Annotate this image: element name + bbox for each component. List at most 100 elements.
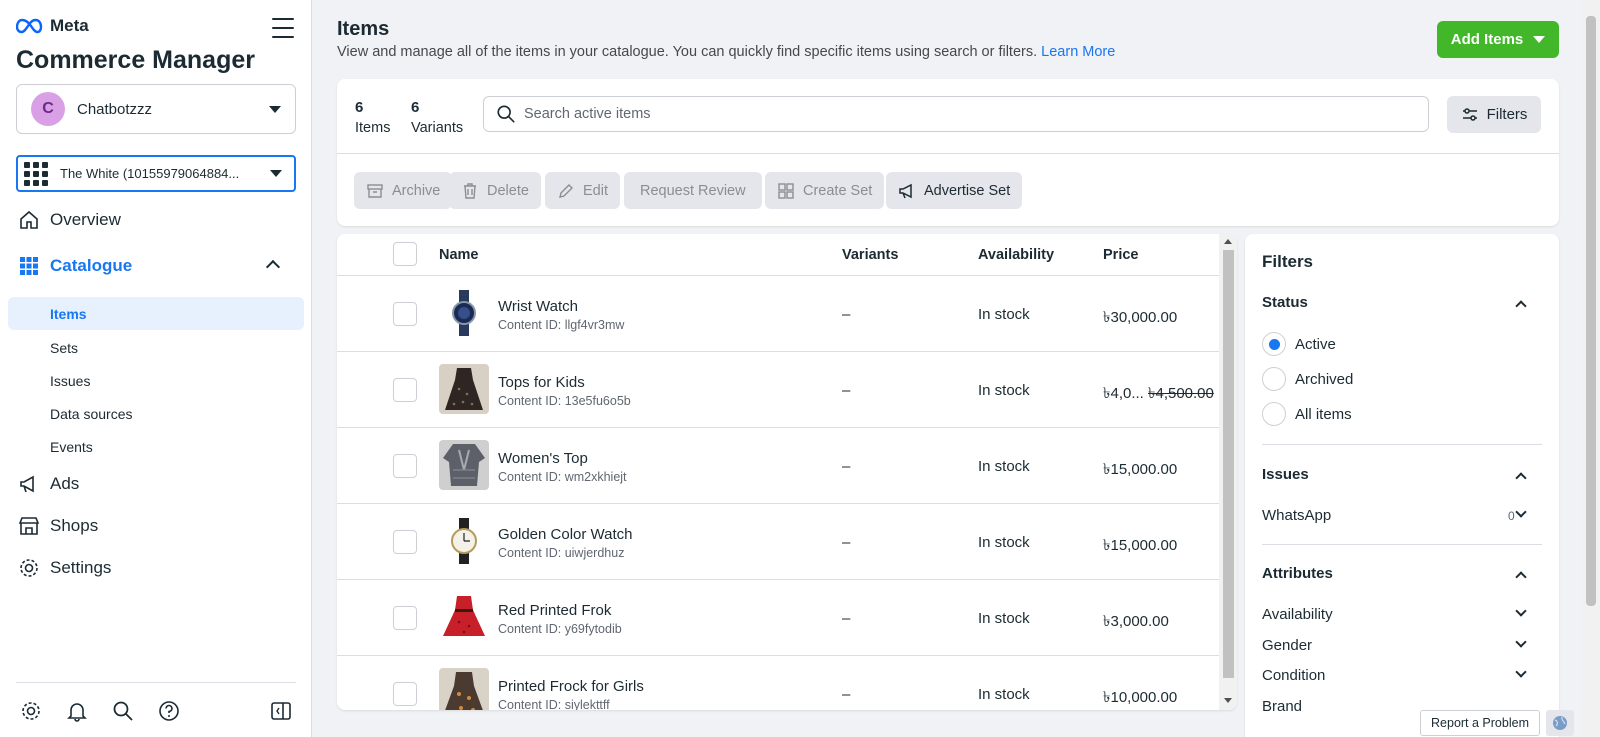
learn-more-link[interactable]: Learn More [1041, 44, 1115, 60]
attribute-brand[interactable]: Brand [1262, 698, 1302, 715]
variants-cell: – [842, 382, 851, 399]
variants-cell: – [842, 610, 851, 627]
toolbar-card: 6 Items 6 Variants Filters Archive Delet… [337, 79, 1559, 226]
item-name[interactable]: Printed Frock for Girls [498, 678, 644, 695]
edit-button[interactable]: Edit [545, 172, 620, 209]
sidebar-item-sets[interactable]: Sets [8, 331, 304, 364]
report-problem-button[interactable]: Report a Problem [1420, 710, 1540, 736]
page-scroll-thumb[interactable] [1586, 16, 1596, 606]
status-heading[interactable]: Status [1262, 294, 1308, 311]
settings-gear-icon[interactable] [20, 700, 42, 722]
issue-whatsapp-label[interactable]: WhatsApp [1262, 507, 1331, 524]
table-row[interactable]: Tops for Kids Content ID: 13e5fu6o5b – I… [337, 352, 1219, 428]
attributes-heading[interactable]: Attributes [1262, 565, 1333, 582]
globe-icon[interactable] [1546, 710, 1574, 736]
status-active-radio[interactable] [1262, 332, 1286, 356]
sidebar-item-events[interactable]: Events [8, 430, 304, 463]
shop-icon [18, 517, 40, 535]
filters-button[interactable]: Filters [1447, 96, 1541, 133]
bell-icon[interactable] [66, 700, 88, 722]
search-box[interactable] [483, 96, 1429, 132]
search-input[interactable] [524, 106, 1428, 122]
chevron-down-icon[interactable] [1515, 506, 1527, 518]
sidebar-item-issues[interactable]: Issues [8, 364, 304, 397]
content-id: Content ID: siylekttff [498, 698, 610, 710]
nav-settings[interactable]: Settings [18, 557, 111, 579]
column-name[interactable]: Name [439, 247, 479, 263]
chevron-down-icon[interactable] [1515, 605, 1527, 617]
row-checkbox[interactable] [393, 530, 417, 554]
item-name[interactable]: Golden Color Watch [498, 526, 633, 543]
row-checkbox[interactable] [393, 682, 417, 706]
delete-button[interactable]: Delete [449, 172, 541, 209]
issues-heading[interactable]: Issues [1262, 466, 1309, 483]
catalog-selector[interactable]: The White (10155979064884... [16, 155, 296, 192]
divider [1262, 444, 1542, 445]
nav-shops[interactable]: Shops [18, 515, 98, 537]
chevron-up-icon[interactable] [1515, 472, 1527, 484]
table-row[interactable]: Red Printed Frok Content ID: y69fytodib … [337, 580, 1219, 656]
nav-catalogue[interactable]: Catalogue [18, 255, 132, 277]
collapse-sidebar-icon[interactable] [270, 700, 292, 722]
search-icon[interactable] [112, 700, 134, 722]
attribute-availability[interactable]: Availability [1262, 606, 1333, 623]
table-row[interactable]: Women's Top Content ID: wm2xkhiejt – In … [337, 428, 1219, 504]
sidebar-footer-divider [16, 682, 296, 683]
menu-icon[interactable] [272, 18, 294, 38]
sidebar-item-data-sources[interactable]: Data sources [8, 397, 304, 430]
status-all-items-label[interactable]: All items [1295, 406, 1352, 423]
content-id: Content ID: llgf4vr3mw [498, 318, 625, 332]
archive-button[interactable]: Archive [354, 172, 453, 209]
page-scrollbar[interactable] [1582, 0, 1600, 737]
nav-ads[interactable]: Ads [18, 473, 79, 495]
create-set-button[interactable]: Create Set [765, 172, 885, 209]
item-name[interactable]: Women's Top [498, 450, 588, 467]
chevron-down-icon[interactable] [1515, 666, 1527, 678]
status-all-items-radio[interactable] [1262, 402, 1286, 426]
original-price: ৳4,500.00 [1148, 385, 1214, 402]
column-availability[interactable]: Availability [978, 247, 1054, 263]
row-checkbox[interactable] [393, 454, 417, 478]
attribute-gender[interactable]: Gender [1262, 637, 1312, 654]
advertise-set-button[interactable]: Advertise Set [886, 172, 1023, 209]
sidebar-item-items[interactable]: Items [8, 297, 304, 330]
scroll-down-arrow[interactable] [1224, 698, 1232, 703]
table-row[interactable]: Printed Frock for Girls Content ID: siyl… [337, 656, 1219, 710]
request-review-button[interactable]: Request Review [624, 172, 762, 209]
account-selector[interactable]: C Chatbotzzz [16, 84, 296, 134]
archive-icon [367, 183, 383, 198]
table-scrollbar[interactable] [1219, 234, 1237, 710]
add-items-button[interactable]: Add Items [1437, 21, 1559, 58]
row-checkbox[interactable] [393, 606, 417, 630]
table-row[interactable]: Golden Color Watch Content ID: uiwjerdhu… [337, 504, 1219, 580]
column-variants[interactable]: Variants [842, 247, 898, 263]
page-title: Items [337, 18, 390, 40]
status-archived-label[interactable]: Archived [1295, 371, 1353, 388]
nav-overview[interactable]: Overview [18, 209, 121, 231]
help-icon[interactable] [158, 700, 180, 722]
attribute-condition[interactable]: Condition [1262, 667, 1325, 684]
item-name[interactable]: Tops for Kids [498, 374, 585, 391]
item-name[interactable]: Wrist Watch [498, 298, 578, 315]
catalog-name: The White (10155979064884... [60, 166, 240, 181]
request-review-label: Request Review [640, 182, 746, 199]
select-all-checkbox[interactable] [393, 242, 417, 266]
status-active-label[interactable]: Active [1295, 336, 1336, 353]
item-name[interactable]: Red Printed Frok [498, 602, 611, 619]
column-price[interactable]: Price [1103, 247, 1138, 263]
status-archived-radio[interactable] [1262, 367, 1286, 391]
chevron-up-icon[interactable] [1515, 571, 1527, 583]
meta-logo[interactable]: Meta [16, 16, 89, 36]
table-scroll-thumb[interactable] [1223, 250, 1234, 678]
archive-label: Archive [392, 182, 441, 199]
table-row[interactable]: Wrist Watch Content ID: llgf4vr3mw – In … [337, 276, 1219, 352]
chevron-down-icon[interactable] [1515, 636, 1527, 648]
scroll-up-arrow[interactable] [1224, 239, 1232, 244]
chevron-up-icon[interactable] [265, 259, 281, 275]
row-checkbox[interactable] [393, 378, 417, 402]
row-checkbox[interactable] [393, 302, 417, 326]
catalog-grid-icon [24, 161, 48, 186]
items-table: Name Variants Availability Price Wrist W… [337, 234, 1237, 710]
chevron-up-icon[interactable] [1515, 300, 1527, 312]
availability-cell: In stock [978, 610, 1030, 627]
